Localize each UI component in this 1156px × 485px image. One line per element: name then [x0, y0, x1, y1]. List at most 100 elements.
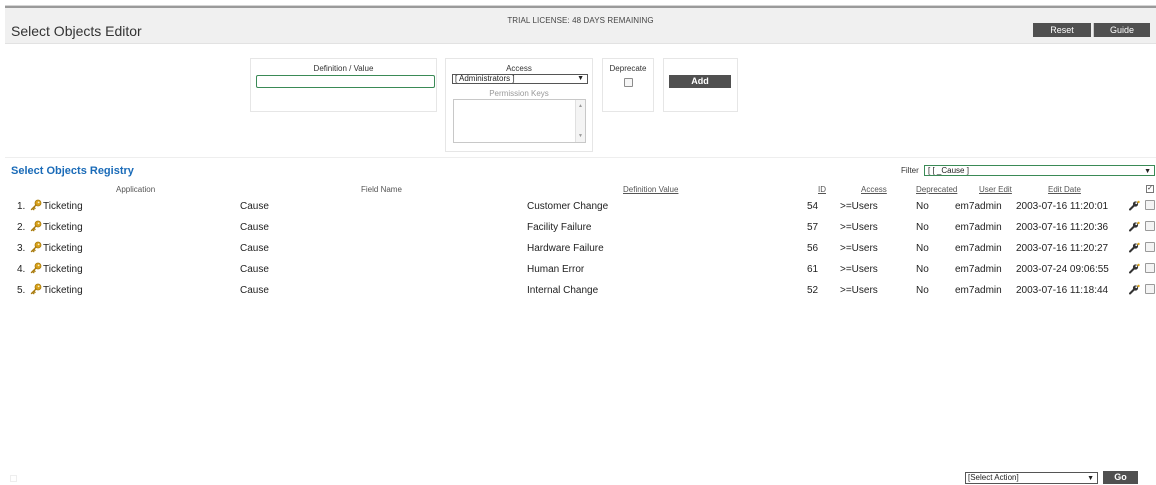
wrench-icon[interactable]: [1128, 221, 1140, 232]
wrench-icon[interactable]: [1128, 284, 1140, 295]
triangle-down-icon: ▼: [1087, 475, 1094, 482]
column-header-edit-date[interactable]: Edit Date: [1048, 185, 1081, 194]
cell-application: Ticketing: [43, 285, 83, 296]
row-checkbox[interactable]: [1145, 221, 1155, 231]
cell-field-name: Cause: [240, 264, 269, 275]
scroll-up-icon[interactable]: ▲: [578, 103, 583, 109]
cell-deprecated: No: [916, 222, 929, 233]
wrench-icon[interactable]: [1128, 263, 1140, 274]
divider: [5, 157, 1156, 158]
add-button[interactable]: Add: [669, 75, 731, 88]
action-select[interactable]: [Select Action] ▼: [965, 472, 1098, 484]
row-checkbox[interactable]: [1145, 242, 1155, 252]
cell-access: >=Users: [840, 243, 878, 254]
column-header-id[interactable]: ID: [818, 185, 826, 194]
column-header-deprecated[interactable]: Deprecated: [916, 185, 957, 194]
access-label: Access: [506, 64, 532, 73]
cell-id: 57: [807, 222, 819, 233]
deprecate-label: Deprecate: [609, 64, 647, 73]
cell-user-edit: em7admin: [955, 243, 1002, 254]
deprecate-checkbox[interactable]: [624, 78, 633, 87]
row-number: 5.: [17, 285, 26, 296]
table-row: 1. Ticketing Cause Customer Change 54 >=Users…: [5, 195, 1156, 216]
row-checkbox[interactable]: [1145, 263, 1155, 273]
filter-label: Filter: [901, 166, 919, 175]
cell-deprecated: No: [916, 201, 929, 212]
cell-application: Ticketing: [43, 222, 83, 233]
cell-edit-date: 2003-07-16 11:20:36: [1016, 222, 1109, 233]
add-panel: Add: [663, 58, 738, 112]
definition-label: Definition / Value: [313, 64, 374, 73]
cell-user-edit: em7admin: [955, 201, 1002, 212]
cell-application: Ticketing: [43, 264, 83, 275]
cell-deprecated: No: [916, 285, 929, 296]
reset-button[interactable]: Reset: [1033, 23, 1091, 37]
access-selected-value: [ Administrators ]: [455, 74, 515, 83]
row-number: 2.: [17, 222, 26, 233]
cell-field-name: Cause: [240, 201, 269, 212]
corner-marker: [10, 475, 17, 482]
select-all-checkbox[interactable]: ✓: [1146, 185, 1154, 193]
table-row: 5. Ticketing Cause Internal Change 52 >=Users…: [5, 279, 1156, 300]
cell-edit-date: 2003-07-16 11:20:01: [1016, 201, 1109, 212]
row-checkbox[interactable]: [1145, 200, 1155, 210]
cell-definition-value: Hardware Failure: [527, 243, 604, 254]
page-title: Select Objects Editor: [11, 23, 142, 39]
scroll-down-icon[interactable]: ▼: [578, 133, 583, 139]
cell-field-name: Cause: [240, 222, 269, 233]
column-header-access[interactable]: Access: [861, 185, 887, 194]
guide-button[interactable]: Guide: [1093, 23, 1150, 37]
cell-application: Ticketing: [43, 201, 83, 212]
column-header-definition-value[interactable]: Definition Value: [623, 185, 678, 194]
registry-title: Select Objects Registry: [11, 165, 134, 177]
cell-definition-value: Facility Failure: [527, 222, 592, 233]
key-icon: [30, 199, 42, 211]
cell-application: Ticketing: [43, 243, 83, 254]
column-header-user-edit[interactable]: User Edit: [979, 185, 1012, 194]
cell-user-edit: em7admin: [955, 285, 1002, 296]
key-icon: [30, 262, 42, 274]
cell-edit-date: 2003-07-16 11:18:44: [1016, 285, 1109, 296]
cell-access: >=Users: [840, 222, 878, 233]
cell-definition-value: Human Error: [527, 264, 585, 275]
wrench-icon[interactable]: [1128, 242, 1140, 253]
cell-user-edit: em7admin: [955, 222, 1002, 233]
access-panel: Access [ Administrators ] ▼ Permission K…: [445, 58, 593, 152]
filter-select[interactable]: [ [ _Cause ] ▼: [924, 165, 1155, 176]
cell-field-name: Cause: [240, 285, 269, 296]
cell-access: >=Users: [840, 201, 878, 212]
cell-edit-date: 2003-07-24 09:06:55: [1016, 264, 1109, 275]
deprecate-panel: Deprecate: [602, 58, 654, 112]
page: Select Objects Editor TRIAL LICENSE: 48 …: [0, 0, 1156, 485]
permission-keys-label: Permission Keys: [489, 89, 549, 98]
row-number: 3.: [17, 243, 26, 254]
key-icon: [30, 241, 42, 253]
definition-input[interactable]: [256, 75, 435, 88]
definition-panel: Definition / Value: [250, 58, 437, 112]
cell-id: 52: [807, 285, 819, 296]
action-selected-value: [Select Action]: [968, 473, 1019, 482]
column-header-application: Application: [116, 185, 156, 194]
go-button[interactable]: Go: [1103, 471, 1138, 484]
key-icon: [30, 283, 42, 295]
cell-id: 54: [807, 201, 819, 212]
access-select[interactable]: [ Administrators ] ▼: [452, 74, 588, 84]
cell-edit-date: 2003-07-16 11:20:27: [1016, 243, 1109, 254]
cell-user-edit: em7admin: [955, 264, 1002, 275]
table-row: 2. Ticketing Cause Facility Failure 57 >=User…: [5, 216, 1156, 237]
cell-id: 61: [807, 264, 819, 275]
triangle-down-icon: ▼: [1144, 168, 1151, 175]
permission-keys-scrollbar[interactable]: ▲ ▼: [575, 100, 585, 142]
row-number: 1.: [17, 201, 26, 212]
cell-definition-value: Internal Change: [527, 285, 599, 296]
cell-definition-value: Customer Change: [527, 201, 609, 212]
row-checkbox[interactable]: [1145, 284, 1155, 294]
cell-field-name: Cause: [240, 243, 269, 254]
cell-deprecated: No: [916, 243, 929, 254]
header-bar: Select Objects Editor TRIAL LICENSE: 48 …: [5, 8, 1156, 44]
cell-deprecated: No: [916, 264, 929, 275]
permission-keys-list[interactable]: ▲ ▼: [453, 99, 586, 143]
wrench-icon[interactable]: [1128, 200, 1140, 211]
table-row: 3. Ticketing Cause Hardware Failure 56 >=User…: [5, 237, 1156, 258]
column-header-field-name: Field Name: [361, 185, 402, 194]
